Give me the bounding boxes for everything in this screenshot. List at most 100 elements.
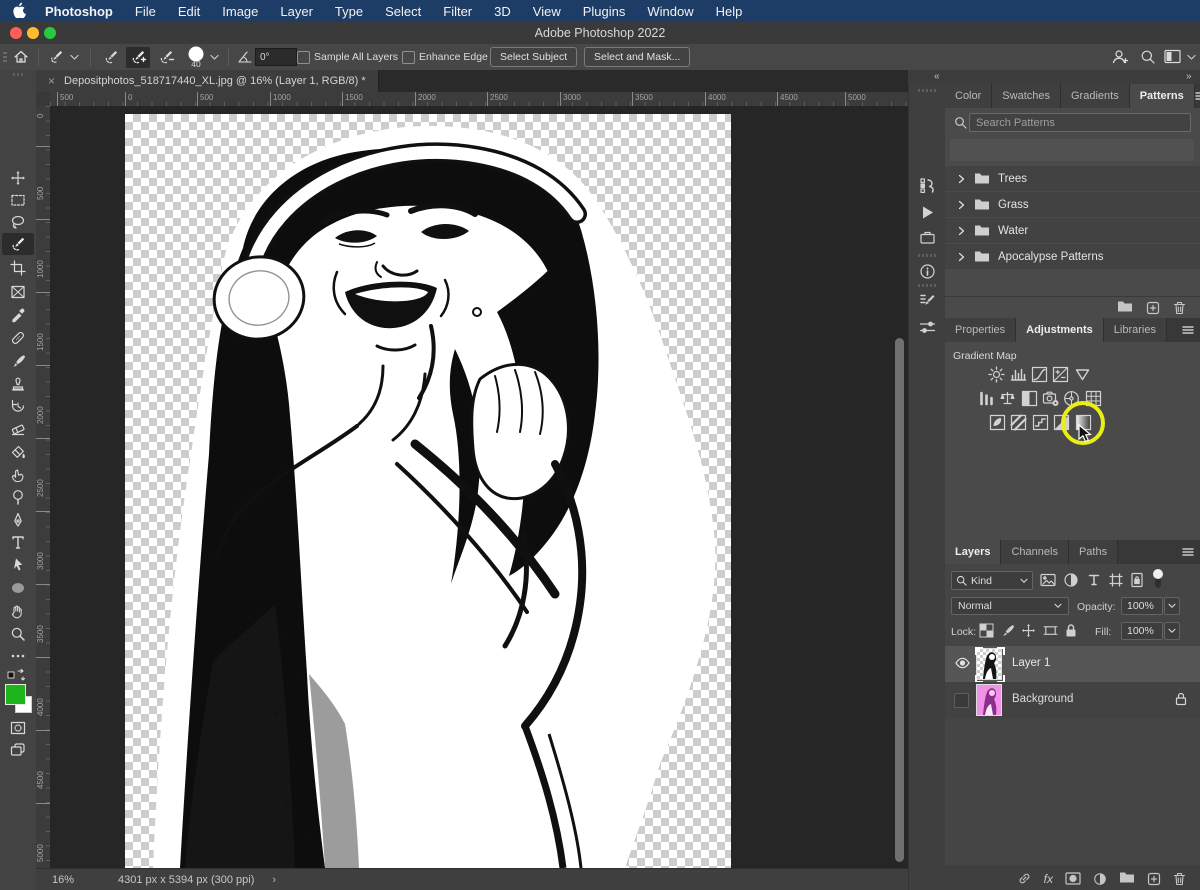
brush-size-preview[interactable]: 40: [186, 46, 206, 71]
home-icon[interactable]: [13, 49, 29, 65]
paint-bucket-tool-icon[interactable]: [10, 444, 26, 460]
vertical-scrollbar[interactable]: [895, 338, 904, 862]
chevron-down-icon[interactable]: [70, 54, 79, 61]
enhance-edge-checkbox[interactable]: [402, 51, 415, 64]
horizontal-ruler[interactable]: 500 0 500 1000 1500 2000 2500 3000 3500 …: [50, 92, 908, 107]
layer-row-background[interactable]: Background: [945, 682, 1200, 718]
visibility-eye-icon[interactable]: [955, 657, 970, 669]
tab-adjustments[interactable]: Adjustments: [1016, 318, 1104, 342]
filter-toggle-switch[interactable]: [1152, 568, 1164, 590]
pattern-group-apocalypse[interactable]: Apocalypse Patterns: [945, 244, 1200, 270]
lock-artboard-icon[interactable]: [1043, 623, 1059, 639]
adjustment-layer-filter-icon[interactable]: [1063, 572, 1079, 588]
clone-stamp-tool-icon[interactable]: [10, 376, 26, 392]
healing-brush-tool-icon[interactable]: [10, 330, 26, 346]
zoom-window-button[interactable]: [44, 27, 56, 39]
invert-icon[interactable]: [989, 414, 1006, 431]
menu-help[interactable]: Help: [705, 4, 754, 19]
select-and-mask-button[interactable]: Select and Mask...: [584, 47, 690, 67]
libraries-panel-icon[interactable]: [919, 229, 936, 246]
shape-layer-filter-icon[interactable]: [1108, 572, 1124, 588]
canvas[interactable]: [125, 114, 731, 868]
screen-mode-icon[interactable]: [10, 742, 26, 758]
smudge-tool-icon[interactable]: [10, 467, 26, 483]
new-pattern-group-icon[interactable]: [1117, 300, 1133, 316]
tab-libraries[interactable]: Libraries: [1104, 318, 1167, 342]
brush-tool-icon[interactable]: [10, 353, 26, 369]
curves-icon[interactable]: [1031, 366, 1048, 383]
search-patterns-input[interactable]: Search Patterns: [969, 113, 1191, 132]
lock-all-icon[interactable]: [1064, 623, 1080, 639]
blend-mode-dropdown[interactable]: Normal: [951, 597, 1069, 615]
threshold-icon[interactable]: [1032, 414, 1049, 431]
pen-tool-icon[interactable]: [10, 512, 26, 528]
new-group-icon[interactable]: [1119, 871, 1135, 887]
lock-transparent-icon[interactable]: [979, 623, 995, 639]
color-balance-icon[interactable]: [999, 390, 1016, 407]
layer-styles-fx-icon[interactable]: fx: [1044, 872, 1053, 886]
pixel-layer-filter-icon[interactable]: [1040, 573, 1056, 589]
smart-object-filter-icon[interactable]: [1129, 572, 1145, 588]
add-layer-mask-icon[interactable]: [1065, 872, 1081, 885]
delete-layer-icon[interactable]: [1173, 872, 1186, 886]
pattern-group-trees[interactable]: Trees: [945, 166, 1200, 192]
visibility-checkbox-empty[interactable]: [954, 693, 969, 708]
menu-select[interactable]: Select: [374, 4, 432, 19]
posterize-icon[interactable]: [1010, 414, 1027, 431]
apple-menu-icon[interactable]: [0, 2, 34, 21]
menu-layer[interactable]: Layer: [269, 4, 324, 19]
subtract-selection-mode-icon[interactable]: [158, 49, 175, 65]
type-layer-filter-icon[interactable]: [1086, 572, 1102, 588]
new-pattern-icon[interactable]: [1146, 301, 1160, 315]
path-select-tool-icon[interactable]: [10, 557, 26, 573]
shape-tool-icon[interactable]: [10, 580, 26, 596]
link-layers-icon[interactable]: [1017, 871, 1032, 886]
layer-name[interactable]: Background: [1012, 693, 1073, 705]
tab-properties[interactable]: Properties: [945, 318, 1016, 342]
tab-paths[interactable]: Paths: [1069, 540, 1118, 564]
zoom-level-field[interactable]: 16%: [36, 874, 74, 886]
close-window-button[interactable]: [10, 27, 22, 39]
add-to-selection-mode-icon[interactable]: [130, 49, 147, 65]
fill-field[interactable]: 100%: [1121, 622, 1163, 640]
actions-panel-icon[interactable]: [919, 204, 936, 221]
brightness-contrast-icon[interactable]: [988, 366, 1005, 383]
marquee-tool-icon[interactable]: [10, 192, 26, 208]
menu-3d[interactable]: 3D: [483, 4, 522, 19]
collapse-panels-icon[interactable]: «: [934, 71, 940, 82]
menu-view[interactable]: View: [522, 4, 572, 19]
black-white-icon[interactable]: [1021, 390, 1038, 407]
tab-swatches[interactable]: Swatches: [992, 84, 1061, 108]
status-chevron-icon[interactable]: ›: [254, 874, 276, 886]
swap-colors-icon[interactable]: [7, 668, 23, 684]
eyedropper-tool-icon[interactable]: [10, 307, 26, 323]
eraser-tool-icon[interactable]: [10, 421, 26, 437]
lock-paint-icon[interactable]: [1000, 623, 1016, 639]
hue-saturation-icon[interactable]: [978, 390, 995, 407]
history-brush-tool-icon[interactable]: [10, 398, 26, 414]
panel-menu-icon[interactable]: [1195, 84, 1200, 108]
ruler-corner[interactable]: [36, 92, 51, 107]
expand-panels-icon[interactable]: »: [1186, 71, 1192, 82]
layer-row-layer1[interactable]: Layer 1: [945, 646, 1200, 682]
exposure-icon[interactable]: [1052, 366, 1069, 383]
vertical-ruler[interactable]: 0 500 1000 1500 2000 2500 3000 3500 4000…: [36, 106, 51, 868]
menu-edit[interactable]: Edit: [167, 4, 211, 19]
document-tab[interactable]: × Depositphotos_518717440_XL.jpg @ 16% (…: [36, 70, 379, 92]
zoom-tool-icon[interactable]: [10, 626, 26, 642]
select-subject-button[interactable]: Select Subject: [490, 47, 577, 67]
menu-file[interactable]: File: [124, 4, 167, 19]
lasso-tool-icon[interactable]: [10, 214, 26, 230]
hand-tool-icon[interactable]: [10, 603, 26, 619]
frame-tool-icon[interactable]: [10, 284, 26, 300]
opacity-field[interactable]: 100%: [1121, 597, 1163, 615]
canvas-viewport[interactable]: [50, 106, 908, 868]
menu-window[interactable]: Window: [636, 4, 704, 19]
menu-filter[interactable]: Filter: [432, 4, 483, 19]
menu-image[interactable]: Image: [211, 4, 269, 19]
dodge-tool-icon[interactable]: [10, 489, 26, 505]
history-panel-icon[interactable]: [919, 177, 936, 194]
new-selection-mode-icon[interactable]: [103, 49, 120, 65]
layer-name[interactable]: Layer 1: [1012, 657, 1050, 669]
minimize-window-button[interactable]: [27, 27, 39, 39]
